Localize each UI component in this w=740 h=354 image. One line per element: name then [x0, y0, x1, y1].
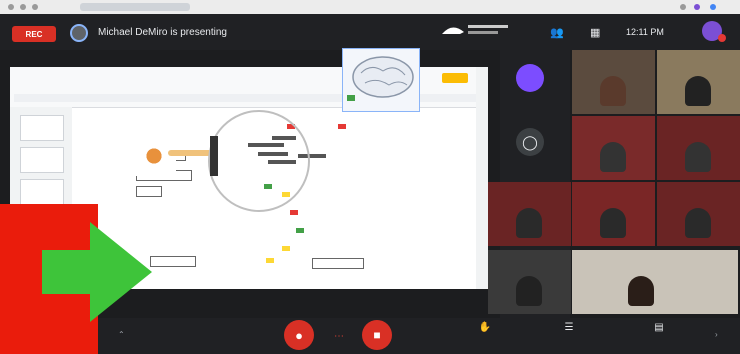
captions-button[interactable]: ✋ [450, 322, 520, 333]
arrow-right-icon [40, 220, 160, 324]
menu-icon[interactable] [710, 4, 716, 10]
participant-face [600, 142, 626, 172]
slide-thumb[interactable] [20, 147, 64, 173]
more-icon: ▤ [654, 322, 664, 333]
forward-icon[interactable] [20, 4, 26, 10]
pin-button[interactable]: ◯ [516, 128, 544, 156]
participant-face [516, 208, 542, 238]
diagram-tag [338, 124, 346, 129]
participant-tile[interactable] [572, 250, 738, 314]
mic-off-button[interactable]: ● [284, 320, 314, 350]
participant-face [685, 142, 711, 172]
share-button[interactable] [442, 73, 468, 83]
notification-dot [718, 34, 726, 42]
chevron-up-icon[interactable]: ⌃ [118, 330, 125, 339]
present-button[interactable]: ☰ [534, 322, 604, 333]
axon-illustration [168, 150, 212, 156]
side-panel [476, 67, 488, 289]
browser-bar [0, 0, 740, 14]
participant-tile[interactable] [572, 116, 655, 180]
diagram-tag [290, 210, 298, 215]
recording-badge: REC [12, 26, 56, 42]
slide-thumb[interactable] [20, 179, 64, 205]
chevron-right-icon[interactable]: › [715, 330, 718, 339]
cycle-diagram [208, 110, 310, 212]
participant-tile[interactable] [657, 182, 740, 246]
presenter-avatar [70, 24, 88, 42]
chat-icon[interactable]: ▦ [590, 26, 600, 39]
participant-tile[interactable] [488, 182, 571, 246]
diagram-text-box [312, 258, 364, 269]
participant-tile[interactable] [488, 250, 571, 314]
reload-icon[interactable] [32, 4, 38, 10]
presenter-status: Michael DeMiro is presenting [98, 27, 227, 38]
caption-icon: ✋ [478, 322, 492, 333]
participant-face [685, 208, 711, 238]
people-icon[interactable]: 👥 [550, 26, 564, 39]
raise-hand-button[interactable] [516, 64, 544, 92]
participant-tile[interactable] [572, 50, 655, 114]
more-button[interactable]: ▤ [624, 322, 694, 333]
participant-tile[interactable] [657, 50, 740, 114]
diagram-tag [266, 258, 274, 263]
profile-icon[interactable] [694, 4, 700, 10]
present-icon: ☰ [564, 322, 574, 333]
more-options-button[interactable]: ⋯ [329, 326, 349, 346]
participant-face [628, 276, 654, 306]
cycle-bar [210, 136, 218, 176]
participant-tile[interactable] [572, 182, 655, 246]
participant-tile[interactable] [657, 116, 740, 180]
participant-face [600, 76, 626, 106]
participant-face [516, 276, 542, 306]
brain-illustration [342, 48, 420, 112]
slide-thumb[interactable] [20, 115, 64, 141]
diagram-tag [282, 246, 290, 251]
camera-off-button[interactable]: ■ [362, 320, 392, 350]
neuron-illustration [132, 136, 176, 176]
diagram-text-box [136, 186, 162, 197]
extension-icon[interactable] [680, 4, 686, 10]
back-icon[interactable] [8, 4, 14, 10]
diagram-tag [296, 228, 304, 233]
org-logo [438, 20, 520, 40]
participant-face [685, 76, 711, 106]
clock: 12:11 PM [626, 27, 664, 37]
participant-face [600, 208, 626, 238]
url-bar[interactable] [80, 3, 190, 11]
